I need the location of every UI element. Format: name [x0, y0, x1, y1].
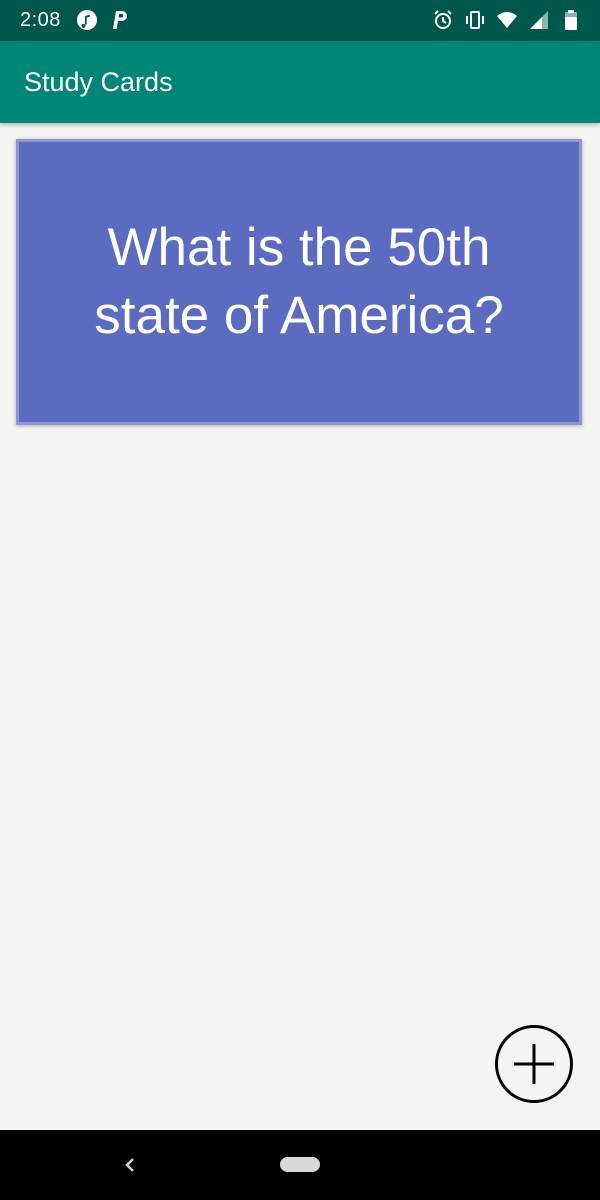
- battery-icon: [565, 10, 577, 30]
- vibrate-icon: [466, 11, 484, 29]
- home-pill-icon[interactable]: [280, 1157, 320, 1172]
- status-right-icons: [432, 9, 582, 31]
- alarm-icon: [434, 10, 452, 29]
- music-note-icon: [77, 10, 97, 30]
- wifi-icon: [497, 12, 517, 28]
- back-chevron-icon[interactable]: [118, 1152, 142, 1178]
- app-title: Study Cards: [24, 67, 173, 97]
- status-time: 2:08: [20, 9, 61, 31]
- signal-icon: [530, 11, 548, 29]
- plus-icon: [514, 1044, 554, 1084]
- app-bar: Study Cards: [0, 41, 600, 123]
- navigation-bar: [0, 1130, 600, 1200]
- screen: 2:08 Study Cards What is the 50th state …: [0, 0, 600, 1200]
- card-question-text: What is the 50th state of America?: [94, 218, 504, 345]
- status-left-icons: [76, 9, 130, 31]
- status-bar: 2:08: [0, 0, 600, 41]
- parking-p-icon: [113, 11, 127, 29]
- study-card[interactable]: What is the 50th state of America?: [16, 139, 582, 425]
- add-card-button[interactable]: [495, 1025, 573, 1103]
